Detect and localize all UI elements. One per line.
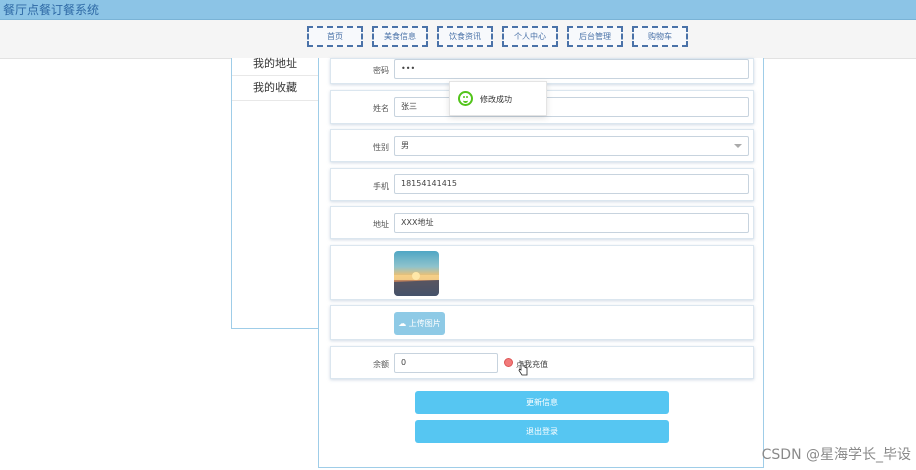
address-row: 地址 XXX地址	[330, 206, 754, 239]
nav-personal-center[interactable]: 个人中心	[502, 26, 558, 47]
sidebar: 我的地址 我的收藏	[231, 58, 319, 329]
profile-form: 密码 ••• 姓名 张三 性别 男 手机 18154141415 地址 XXX地…	[318, 58, 764, 468]
address-label: 地址	[373, 220, 389, 229]
phone-row: 手机 18154141415	[330, 168, 754, 201]
toast-message: 修改成功	[480, 95, 512, 104]
password-label: 密码	[373, 66, 389, 75]
update-info-button[interactable]: 更新信息	[415, 391, 669, 414]
address-input[interactable]: XXX地址	[394, 213, 749, 233]
app-title: 餐厅点餐订餐系统	[3, 3, 100, 17]
gender-value: 男	[401, 141, 409, 150]
upload-image-button[interactable]: ☁ 上传图片	[394, 312, 445, 335]
password-input[interactable]: •••	[394, 59, 749, 79]
upload-row: ☁ 上传图片	[330, 305, 754, 340]
gender-row: 性别 男	[330, 129, 754, 162]
phone-label: 手机	[373, 182, 389, 191]
nav-cart[interactable]: 购物车	[632, 26, 688, 47]
watermark: CSDN @星海学长_毕设	[761, 447, 911, 463]
avatar-image	[394, 251, 439, 296]
sunset-image-icon	[394, 272, 439, 296]
nav-diet-news[interactable]: 饮食资讯	[437, 26, 493, 47]
cloud-upload-icon: ☁	[398, 319, 407, 328]
name-label: 姓名	[373, 104, 389, 113]
upload-button-label: 上传图片	[408, 319, 441, 328]
chevron-down-icon	[734, 144, 742, 148]
avatar-row	[330, 245, 754, 300]
gender-label: 性别	[373, 143, 389, 152]
smile-icon	[458, 91, 473, 106]
sidebar-item-favorites[interactable]: 我的收藏	[232, 76, 318, 101]
recharge-icon	[504, 358, 513, 367]
balance-input[interactable]: 0	[394, 353, 498, 373]
balance-label: 余额	[373, 360, 389, 369]
nav-home[interactable]: 首页	[307, 26, 363, 47]
top-bar: 餐厅点餐订餐系统	[0, 0, 916, 20]
phone-input[interactable]: 18154141415	[394, 174, 749, 194]
gender-select[interactable]: 男	[394, 136, 749, 156]
name-input[interactable]: 张三	[394, 97, 749, 117]
nav-bar: 首页 美食信息 饮食资讯 个人中心 后台管理 购物车	[0, 20, 916, 59]
logout-button[interactable]: 退出登录	[415, 420, 669, 443]
sidebar-item-address[interactable]: 我的地址	[232, 58, 318, 76]
hand-cursor-icon	[518, 362, 528, 376]
success-toast: 修改成功	[449, 81, 547, 116]
nav-food-info[interactable]: 美食信息	[372, 26, 428, 47]
balance-row: 余额 0 点我充值	[330, 346, 754, 379]
nav-admin[interactable]: 后台管理	[567, 26, 623, 47]
